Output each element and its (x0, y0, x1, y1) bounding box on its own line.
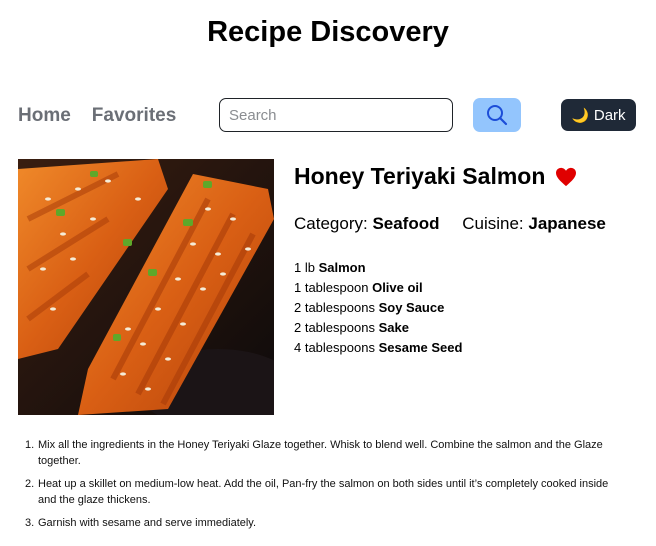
ingredient-amount: 1 lb (294, 260, 315, 275)
page-title: Recipe Discovery (207, 16, 449, 48)
ingredient-item: 2 tablespoons Sake (294, 321, 462, 341)
instructions-list: 1. Mix all the ingredients in the Honey T… (25, 437, 618, 538)
ingredient-amount: 2 tablespoons (294, 320, 375, 335)
dark-mode-label: Dark (593, 106, 626, 124)
ingredient-amount: 1 tablespoon (294, 280, 369, 295)
step-text: Heat up a skillet on medium-low heat. Ad… (38, 478, 609, 506)
step-number: 1. (25, 439, 35, 451)
ingredients-list: 1 lb Salmon 1 tablespoon Olive oil 2 tab… (294, 261, 462, 361)
step-number: 2. (25, 478, 35, 490)
step-text: Mix all the ingredients in the Honey Ter… (38, 439, 603, 467)
search-button[interactable] (473, 98, 521, 132)
search-icon (486, 104, 508, 126)
ingredient-amount: 4 tablespoons (294, 340, 375, 355)
moon-icon: 🌙 (571, 106, 589, 123)
ingredient-amount: 2 tablespoons (294, 300, 375, 315)
recipe-title: Honey Teriyaki Salmon (294, 163, 577, 190)
ingredient-name: Salmon (318, 260, 366, 275)
ingredient-item: 1 lb Salmon (294, 261, 462, 281)
ingredient-name: Olive oil (372, 280, 423, 295)
instruction-step: 1. Mix all the ingredients in the Honey T… (25, 437, 618, 469)
step-number: 3. (25, 517, 35, 529)
dark-mode-toggle[interactable]: 🌙 Dark (561, 99, 636, 131)
cuisine-label: Cuisine: (462, 214, 524, 233)
search-input[interactable] (219, 98, 453, 132)
main-nav: Home Favorites (18, 98, 197, 134)
ingredient-item: 1 tablespoon Olive oil (294, 281, 462, 301)
category-label: Category: (294, 214, 368, 233)
ingredient-name: Sake (378, 320, 409, 335)
ingredient-name: Sesame Seed (378, 340, 463, 355)
cuisine-value: Japanese (528, 214, 606, 233)
ingredient-name: Soy Sauce (378, 300, 445, 315)
nav-favorites-link[interactable]: Favorites (92, 105, 176, 127)
recipe-title-text: Honey Teriyaki Salmon (294, 163, 546, 189)
nav-home-link[interactable]: Home (18, 105, 71, 127)
favorite-heart-icon[interactable] (555, 167, 577, 187)
category-value: Seafood (372, 214, 440, 233)
step-text: Garnish with sesame and serve immediatel… (38, 517, 257, 529)
ingredient-item: 2 tablespoons Soy Sauce (294, 301, 462, 321)
instruction-step: 3. Garnish with sesame and serve immediat… (25, 515, 618, 531)
recipe-meta: Category: Seafood Cuisine: Japanese (294, 214, 606, 234)
recipe-image (18, 159, 274, 415)
ingredient-item: 4 tablespoons Sesame Seed (294, 341, 462, 361)
instruction-step: 2. Heat up a skillet on medium-low heat. … (25, 476, 618, 508)
